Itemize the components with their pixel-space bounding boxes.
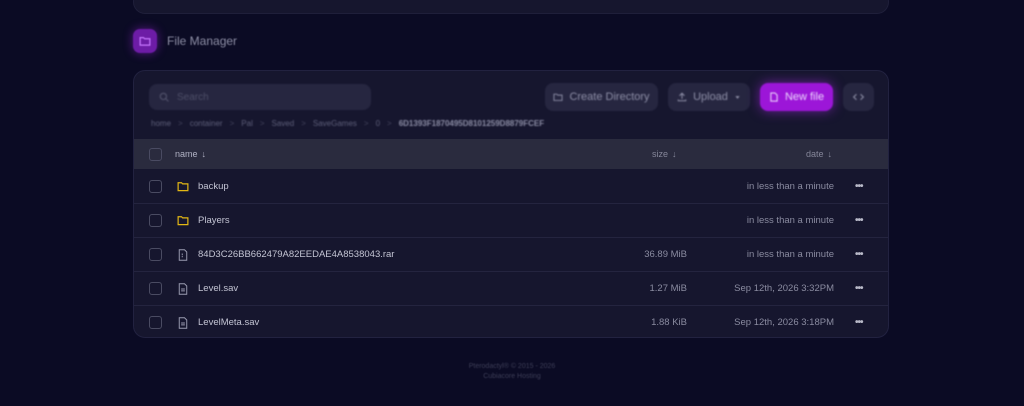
file-size: 1.88 KiB xyxy=(651,317,687,328)
column-header-date[interactable]: date ↓ xyxy=(806,149,832,159)
file-date: in less than a minute xyxy=(746,215,834,226)
breadcrumb-current: 6D1393F1870495D8101259D8879FCEF xyxy=(398,118,545,128)
upload-icon xyxy=(677,92,687,102)
file-size: 1.27 MiB xyxy=(649,283,688,294)
file-name[interactable]: backup xyxy=(198,181,229,192)
document-icon xyxy=(177,282,189,295)
table-row[interactable]: backup in less than a minute ••• xyxy=(134,169,888,203)
code-icon xyxy=(853,93,864,101)
table-row[interactable]: Level.sav 1.27 MiB Sep 12th, 2026 3:32PM… xyxy=(134,271,888,305)
toolbar: Search Create Directory Upload New file xyxy=(134,71,888,139)
section-header: File Manager xyxy=(133,29,237,53)
code-button[interactable] xyxy=(843,83,874,111)
column-header-date-label: date xyxy=(806,149,824,159)
more-options-icon[interactable]: ••• xyxy=(855,249,865,260)
more-options-icon[interactable]: ••• xyxy=(855,181,865,192)
breadcrumb-separator: > xyxy=(178,118,183,128)
chevron-down-icon xyxy=(735,95,740,99)
row-checkbox[interactable] xyxy=(149,179,162,193)
folder-plus-icon xyxy=(553,93,563,101)
create-directory-button[interactable]: Create Directory xyxy=(545,83,658,111)
file-date: Sep 12th, 2026 3:18PM xyxy=(734,317,834,328)
footer-copyright[interactable]: Pterodactyl® © 2015 - 2026 xyxy=(0,362,1024,372)
column-header-size[interactable]: size ↓ xyxy=(652,149,677,159)
file-date: Sep 12th, 2026 3:32PM xyxy=(734,283,834,294)
file-size: 36.89 MiB xyxy=(644,249,687,260)
file-list: backup in less than a minute ••• Players… xyxy=(134,169,888,337)
breadcrumb-item[interactable]: home xyxy=(151,119,171,128)
more-options-icon[interactable]: ••• xyxy=(855,317,865,328)
table-row[interactable]: 84D3C26BB662479A82EEDAE4A8538043.rar 36.… xyxy=(134,237,888,271)
file-date: in less than a minute xyxy=(746,180,834,192)
more-options-icon[interactable]: ••• xyxy=(855,283,865,294)
breadcrumb-item[interactable]: Pal xyxy=(241,119,253,128)
column-header-name-label: name xyxy=(175,149,198,159)
footer-host[interactable]: Cubiacore Hosting xyxy=(0,372,1024,382)
select-all-checkbox[interactable] xyxy=(149,147,162,161)
file-date: in less than a minute xyxy=(746,249,834,260)
more-options-icon[interactable]: ••• xyxy=(855,215,865,226)
file-manager-panel: Search Create Directory Upload New file xyxy=(133,70,889,338)
row-checkbox[interactable] xyxy=(149,214,162,227)
document-icon xyxy=(177,316,189,329)
upload-button[interactable]: Upload xyxy=(668,83,750,111)
breadcrumb-item[interactable]: Saved xyxy=(272,119,295,128)
section-title: File Manager xyxy=(167,34,238,48)
folder-icon xyxy=(133,29,157,53)
column-header-size-label: size xyxy=(652,149,669,159)
row-checkbox[interactable] xyxy=(149,248,162,261)
file-icon xyxy=(770,92,778,102)
table-header: name ↓ size ↓ date ↓ xyxy=(134,139,888,169)
upload-label: Upload xyxy=(693,91,728,103)
breadcrumb-item[interactable]: container xyxy=(190,119,223,128)
row-checkbox[interactable] xyxy=(149,316,162,329)
folder-icon xyxy=(177,180,189,192)
table-row[interactable]: LevelMeta.sav 1.88 KiB Sep 12th, 2026 3:… xyxy=(134,305,888,337)
file-name[interactable]: Players xyxy=(198,215,230,226)
footer: Pterodactyl® © 2015 - 2026 Cubiacore Hos… xyxy=(0,362,1024,382)
create-directory-label: Create Directory xyxy=(569,91,650,103)
top-card xyxy=(133,0,889,14)
file-name[interactable]: Level.sav xyxy=(198,283,238,294)
breadcrumb-item[interactable]: 0 xyxy=(376,119,380,128)
new-file-label: New file xyxy=(784,91,825,103)
new-file-button[interactable]: New file xyxy=(760,83,833,111)
sort-arrow-icon: ↓ xyxy=(201,149,207,159)
row-checkbox[interactable] xyxy=(149,282,162,295)
breadcrumb-separator: > xyxy=(229,118,235,128)
file-name[interactable]: 84D3C26BB662479A82EEDAE4A8538043.rar xyxy=(198,249,394,260)
breadcrumb-separator: > xyxy=(301,118,306,128)
breadcrumb-separator: > xyxy=(363,118,369,128)
breadcrumb-separator: > xyxy=(387,118,392,128)
archive-file-icon xyxy=(177,248,189,261)
search-input[interactable]: Search xyxy=(149,84,371,110)
breadcrumb: home > container > Pal > Saved > SaveGames > … xyxy=(151,117,544,129)
table-row[interactable]: Players in less than a minute ••• xyxy=(134,203,888,237)
sort-arrow-icon: ↓ xyxy=(827,149,833,159)
search-icon xyxy=(159,92,169,102)
column-header-name[interactable]: name ↓ xyxy=(175,149,206,159)
breadcrumb-item[interactable]: SaveGames xyxy=(313,119,357,128)
search-placeholder: Search xyxy=(177,91,209,103)
folder-icon xyxy=(177,215,189,227)
file-name[interactable]: LevelMeta.sav xyxy=(198,317,259,328)
breadcrumb-separator: > xyxy=(259,118,265,128)
sort-arrow-icon: ↓ xyxy=(672,149,677,159)
